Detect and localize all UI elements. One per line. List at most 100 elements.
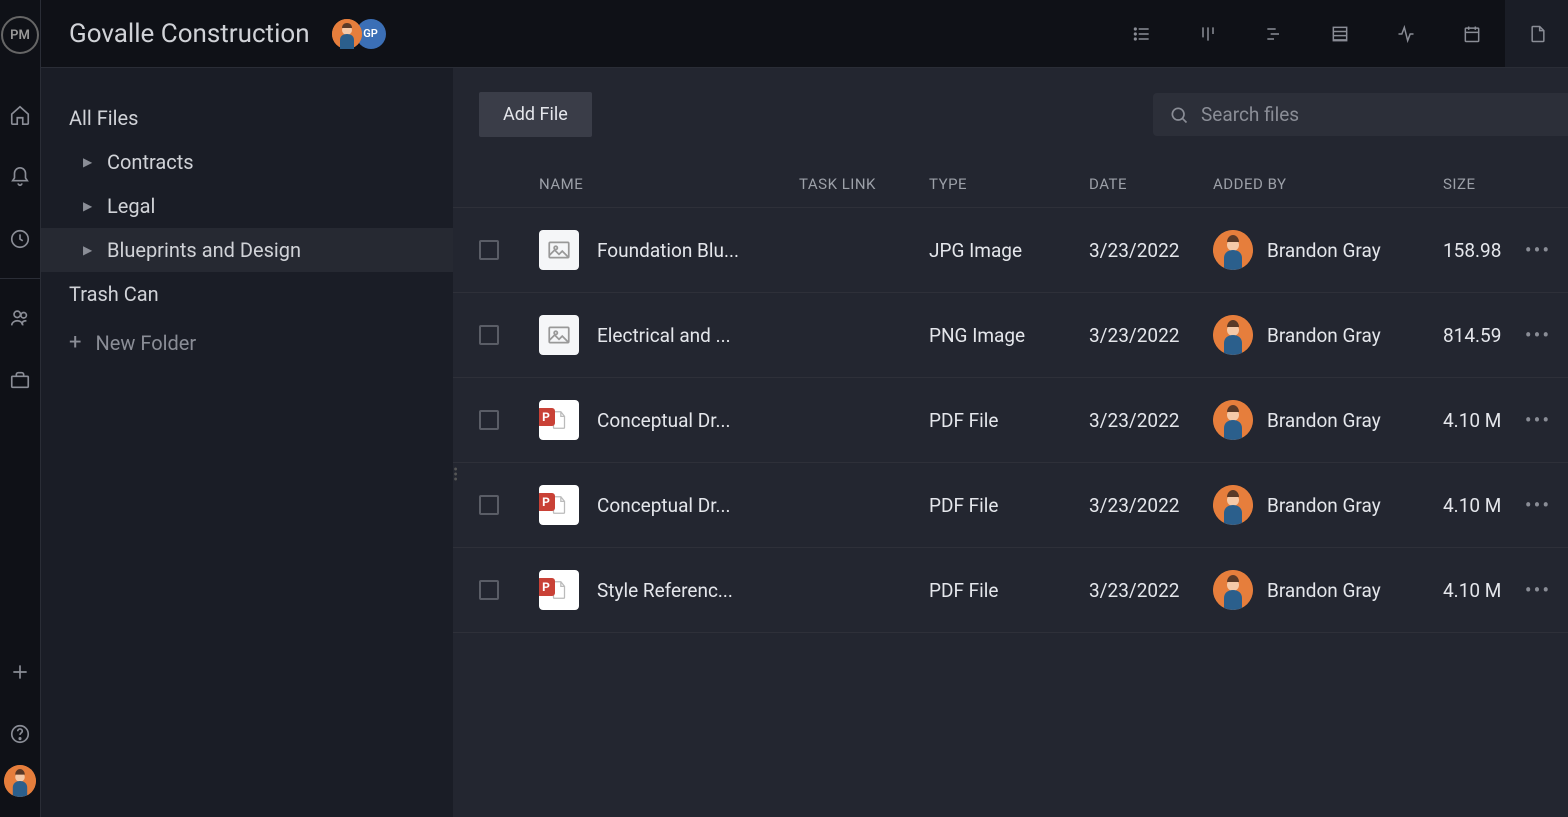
file-size: 4.10 M [1443, 494, 1523, 517]
table-row[interactable]: P Conceptual Dr... PDF File3/23/2022 Brando… [453, 378, 1568, 463]
table-row[interactable]: Electrical and ... PNG Image3/23/2022 Bran… [453, 293, 1568, 378]
file-type: JPG Image [929, 239, 1089, 262]
help-icon[interactable] [1, 715, 39, 753]
page-title: Govalle Construction [69, 19, 310, 49]
caret-icon: ▶ [83, 155, 99, 169]
file-name: Conceptual Dr... [597, 494, 731, 517]
user-avatar-icon [1213, 485, 1253, 525]
content-row: All Files ▶ Contracts ▶ Legal ▶ Blueprin… [41, 68, 1568, 817]
sidebar-item-label: Legal [107, 194, 155, 218]
pdf-file-icon: P [539, 485, 579, 525]
sidebar-trash[interactable]: Trash Can [41, 272, 453, 316]
briefcase-icon[interactable] [1, 361, 39, 399]
image-file-icon [539, 315, 579, 355]
col-name[interactable]: NAME [539, 175, 799, 193]
file-date: 3/23/2022 [1089, 324, 1213, 347]
row-more-icon[interactable]: ••• [1523, 578, 1553, 602]
file-type: PDF File [929, 579, 1089, 602]
pdf-file-icon: P [539, 400, 579, 440]
table-row[interactable]: Foundation Blu...JPG Image3/23/2022Brand… [453, 208, 1568, 293]
sidebar-folder-blueprints[interactable]: ▶ Blueprints and Design [41, 228, 453, 272]
project-members[interactable]: GP [338, 19, 386, 49]
added-by-name: Brandon Gray [1267, 324, 1381, 347]
member-avatar-1 [332, 19, 362, 49]
row-more-icon[interactable]: ••• [1523, 323, 1553, 347]
col-task[interactable]: TASK LINK [799, 175, 929, 193]
search-input[interactable] [1201, 103, 1557, 126]
row-checkbox[interactable] [479, 580, 499, 600]
file-name: Conceptual Dr... [597, 409, 731, 432]
col-type[interactable]: TYPE [929, 175, 1089, 193]
view-tabs [1109, 0, 1568, 67]
row-more-icon[interactable]: ••• [1523, 408, 1553, 432]
sidebar-item-label: Trash Can [69, 282, 159, 306]
file-date: 3/23/2022 [1089, 579, 1213, 602]
search-box[interactable] [1153, 93, 1568, 136]
col-size[interactable]: SIZE [1443, 175, 1523, 193]
main-area: Govalle Construction GP [41, 0, 1568, 817]
col-added[interactable]: ADDED BY [1213, 175, 1443, 193]
file-size: 4.10 M [1443, 579, 1523, 602]
added-by-name: Brandon Gray [1267, 494, 1381, 517]
image-file-icon [539, 230, 579, 270]
nav-rail: PM [0, 0, 41, 817]
activity-view-icon[interactable] [1373, 0, 1439, 67]
file-panel: Add File NAME TASK LINK TYPE DATE ADDED … [453, 68, 1568, 817]
file-size: 158.98 [1443, 239, 1523, 262]
table-row[interactable]: P Conceptual Dr... PDF File3/23/2022 Brando… [453, 463, 1568, 548]
file-name: Style Referenc... [597, 579, 733, 602]
plus-icon: + [69, 330, 81, 355]
row-checkbox[interactable] [479, 495, 499, 515]
new-folder-label: New Folder [95, 331, 196, 355]
file-type: PDF File [929, 494, 1089, 517]
home-icon[interactable] [1, 96, 39, 134]
user-avatar-icon [1213, 315, 1253, 355]
search-icon [1169, 105, 1189, 125]
sidebar-all-files[interactable]: All Files [41, 96, 453, 140]
user-avatar[interactable] [4, 765, 36, 797]
file-type: PNG Image [929, 324, 1089, 347]
user-avatar-icon [1213, 570, 1253, 610]
row-checkbox[interactable] [479, 240, 499, 260]
file-date: 3/23/2022 [1089, 494, 1213, 517]
col-date[interactable]: DATE [1089, 175, 1213, 193]
file-size: 814.59 [1443, 324, 1523, 347]
table-row[interactable]: P Style Referenc... PDF File3/23/2022 Brand… [453, 548, 1568, 633]
caret-icon: ▶ [83, 243, 99, 257]
table-header: NAME TASK LINK TYPE DATE ADDED BY SIZE [453, 161, 1568, 208]
plus-icon[interactable] [1, 653, 39, 691]
bell-icon[interactable] [1, 158, 39, 196]
added-by-name: Brandon Gray [1267, 409, 1381, 432]
added-by-name: Brandon Gray [1267, 579, 1381, 602]
sidebar-folder-legal[interactable]: ▶ Legal [41, 184, 453, 228]
team-icon[interactable] [1, 299, 39, 337]
file-type: PDF File [929, 409, 1089, 432]
files-view-icon[interactable] [1505, 0, 1568, 67]
app-logo[interactable]: PM [1, 16, 39, 54]
file-size: 4.10 M [1443, 409, 1523, 432]
file-toolbar: Add File [453, 68, 1568, 161]
sheet-view-icon[interactable] [1307, 0, 1373, 67]
row-more-icon[interactable]: ••• [1523, 493, 1553, 517]
gantt-view-icon[interactable] [1241, 0, 1307, 67]
file-date: 3/23/2022 [1089, 409, 1213, 432]
pdf-file-icon: P [539, 570, 579, 610]
sidebar-item-label: Contracts [107, 150, 194, 174]
row-checkbox[interactable] [479, 325, 499, 345]
calendar-view-icon[interactable] [1439, 0, 1505, 67]
added-by-name: Brandon Gray [1267, 239, 1381, 262]
new-folder-button[interactable]: + New Folder [41, 316, 453, 369]
row-checkbox[interactable] [479, 410, 499, 430]
board-view-icon[interactable] [1175, 0, 1241, 67]
list-view-icon[interactable] [1109, 0, 1175, 67]
file-name: Electrical and ... [597, 324, 731, 347]
sidebar-folder-contracts[interactable]: ▶ Contracts [41, 140, 453, 184]
clock-icon[interactable] [1, 220, 39, 258]
file-rows: Foundation Blu...JPG Image3/23/2022Brand… [453, 208, 1568, 633]
resize-handle[interactable]: ••• [453, 468, 458, 483]
user-avatar-icon [1213, 400, 1253, 440]
add-file-button[interactable]: Add File [479, 92, 592, 137]
row-more-icon[interactable]: ••• [1523, 238, 1553, 262]
sidebar-item-label: All Files [69, 106, 138, 130]
file-date: 3/23/2022 [1089, 239, 1213, 262]
